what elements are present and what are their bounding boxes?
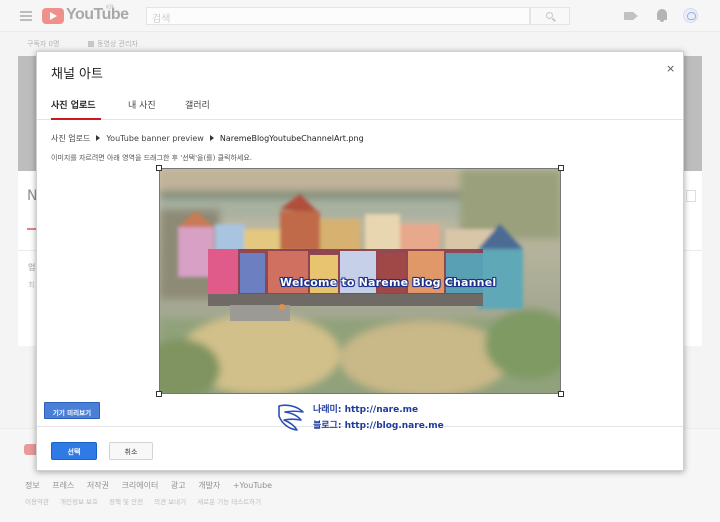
banner-welcome-text: Welcome to Nareme Blog Channel [280, 276, 497, 289]
dialog-title: 채널 아트 [51, 67, 103, 82]
active-tab-indicator [51, 118, 101, 120]
crop-handle-top-left[interactable] [156, 165, 162, 171]
watermark: 나래미: http://nare.me 블로그: http://blog.nar… [275, 400, 455, 434]
select-button[interactable]: 선택 [51, 442, 97, 460]
crop-handle-bottom-left[interactable] [156, 391, 162, 397]
close-icon[interactable]: × [666, 62, 675, 75]
dialog-tabs: 사진 업로드 내 사진 갤러리 [37, 90, 683, 120]
tab-upload-photo[interactable]: 사진 업로드 [51, 98, 96, 111]
breadcrumb: 사진 업로드 YouTube banner preview NaremeBlogYo… [51, 133, 364, 144]
watermark-line-1: 나래미: http://nare.me [313, 405, 419, 415]
crop-handle-bottom-right[interactable] [558, 391, 564, 397]
breadcrumb-item[interactable]: 사진 업로드 [51, 134, 90, 143]
breadcrumb-item[interactable]: YouTube banner preview [106, 134, 203, 143]
chevron-right-icon [96, 135, 101, 141]
wing-logo-icon [278, 404, 304, 431]
cancel-button[interactable]: 취소 [109, 442, 153, 460]
device-preview-button[interactable]: 기기 미리보기 [44, 402, 100, 419]
chevron-right-icon [209, 135, 214, 141]
breadcrumb-current: NaremeBlogYoutubeChannelArt.png [219, 134, 364, 143]
tab-gallery[interactable]: 갤러리 [185, 98, 210, 111]
crop-hint: 이미지를 자르려면 아래 영역을 드래그한 후 '선택'을(를) 클릭하세요. [51, 154, 252, 162]
crop-handle-top-right[interactable] [558, 165, 564, 171]
tab-my-photos[interactable]: 내 사진 [128, 98, 156, 111]
watermark-line-2: 블로그: http://blog.nare.me [313, 421, 444, 431]
